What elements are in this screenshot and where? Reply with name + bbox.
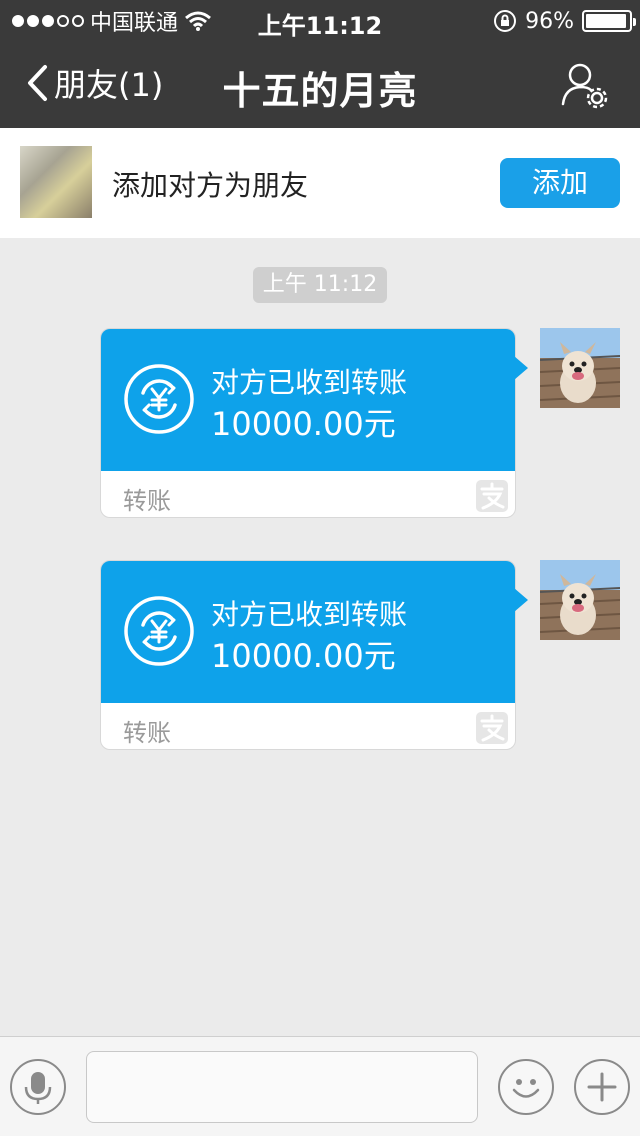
transfer-type-label: 转账: [123, 487, 171, 515]
back-label: 朋友(1): [54, 66, 164, 104]
message-input[interactable]: [86, 1051, 478, 1123]
add-friend-button[interactable]: 添加: [500, 158, 620, 208]
chat-input-bar: [0, 1036, 640, 1136]
battery-percent: 96%: [525, 8, 574, 34]
emoji-icon: [512, 1079, 540, 1098]
status-bar: 中国联通 上午11:12 96%: [0, 0, 640, 40]
back-chevron-icon: [28, 65, 47, 101]
sender-avatar[interactable]: [540, 328, 620, 408]
plus-icon: [587, 1072, 617, 1102]
transfer-card-header: 对方已收到转账 10000.00元: [101, 329, 515, 471]
sender-avatar[interactable]: [540, 560, 620, 640]
yuan-transfer-icon: [124, 596, 194, 666]
add-friend-text: 添加对方为朋友: [112, 169, 309, 202]
transfer-message[interactable]: 对方已收到转账 10000.00元 转账: [100, 560, 528, 750]
transfer-status: 对方已收到转账: [211, 598, 408, 631]
bubble-tail: [514, 588, 528, 612]
alipay-icon: [476, 712, 508, 744]
status-right: 96%: [493, 6, 636, 36]
transfer-card[interactable]: 对方已收到转账 10000.00元 转账: [100, 560, 516, 750]
top-bar: 中国联通 上午11:12 96% 朋友(1) 十五的月亮: [0, 0, 640, 128]
bubble-tail: [514, 356, 528, 380]
transfer-message[interactable]: 对方已收到转账 10000.00元 转账: [100, 328, 528, 518]
navigation-bar: 朋友(1) 十五的月亮: [0, 40, 640, 128]
add-friend-banner: 添加对方为朋友 添加: [0, 128, 640, 238]
voice-button[interactable]: [10, 1059, 66, 1115]
emoji-button[interactable]: [498, 1059, 554, 1115]
back-button[interactable]: 朋友(1): [26, 58, 163, 108]
battery-icon: [582, 10, 636, 32]
rotation-lock-icon: [494, 10, 517, 32]
user-settings-icon[interactable]: [560, 60, 610, 110]
transfer-card[interactable]: 对方已收到转账 10000.00元 转账: [100, 328, 516, 518]
alipay-icon: [476, 480, 508, 512]
transfer-amount: 10000.00元: [211, 637, 396, 675]
transfer-type-label: 转账: [123, 719, 171, 747]
transfer-amount: 10000.00元: [211, 405, 396, 443]
more-button[interactable]: [574, 1059, 630, 1115]
microphone-icon: [24, 1072, 52, 1104]
transfer-status: 对方已收到转账: [211, 366, 408, 399]
contact-avatar: [20, 146, 92, 218]
yuan-transfer-icon: [124, 364, 194, 434]
transfer-card-header: 对方已收到转账 10000.00元: [101, 561, 515, 703]
battery-fill: [586, 14, 626, 28]
chat-timestamp: 上午 11:12: [253, 267, 387, 303]
